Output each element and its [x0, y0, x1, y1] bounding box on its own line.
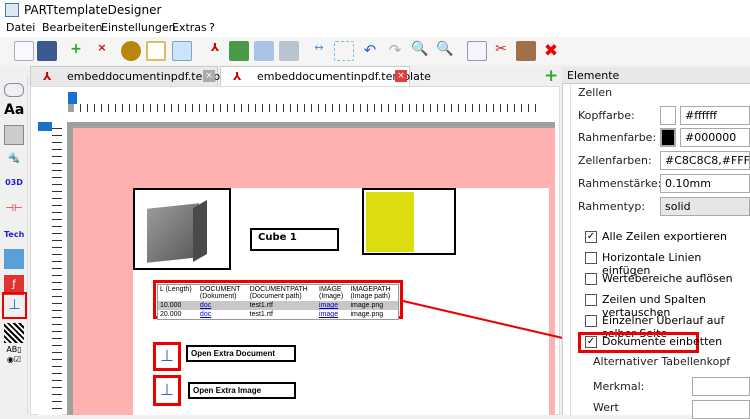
- checkbox-horizontal-lines[interactable]: [585, 252, 597, 264]
- checkbox-swap-rows-columns[interactable]: [585, 294, 597, 306]
- border-width-label: Rahmenstärke:: [578, 177, 662, 190]
- header-color-label: Kopffarbe:: [578, 109, 635, 122]
- section-cells: Zellen: [578, 86, 613, 99]
- cell-colors-label: Zellenfarben:: [578, 154, 652, 167]
- checkbox-resolve-ranges[interactable]: [585, 273, 597, 285]
- cell-colors-input[interactable]: #C8C8C8,#FFFFFF: [660, 151, 750, 170]
- border-type-select[interactable]: solid: [660, 197, 750, 216]
- header-color-input[interactable]: #ffffff: [680, 106, 750, 125]
- checkbox-embed-documents[interactable]: ✓: [585, 336, 597, 348]
- wert-input[interactable]: [692, 400, 750, 419]
- checkbox-single-overflow[interactable]: [585, 315, 597, 327]
- header-color-swatch[interactable]: [660, 106, 676, 125]
- panel-divider: [570, 84, 571, 415]
- border-color-input[interactable]: #000000: [680, 128, 750, 147]
- border-width-input[interactable]: 0.10mm: [660, 174, 750, 193]
- merkmal-input[interactable]: [692, 377, 750, 396]
- merkmal-label: Merkmal:: [593, 380, 645, 393]
- checkbox-export-all-rows[interactable]: ✓: [585, 231, 597, 243]
- checkbox-label: Dokumente einbetten: [602, 335, 723, 348]
- border-type-label: Rahmentyp:: [578, 200, 646, 213]
- checkbox-label: Alle Zeilen exportieren: [602, 230, 728, 243]
- border-color-label: Rahmenfarbe:: [578, 131, 657, 144]
- panel-title: Elemente: [562, 67, 750, 84]
- wert-label: Wert: [593, 401, 619, 414]
- border-color-swatch[interactable]: [660, 128, 676, 147]
- checkbox-label: Wertebereiche auflösen: [602, 272, 733, 285]
- alt-header-section: Alternativer Tabellenkopf: [593, 355, 731, 368]
